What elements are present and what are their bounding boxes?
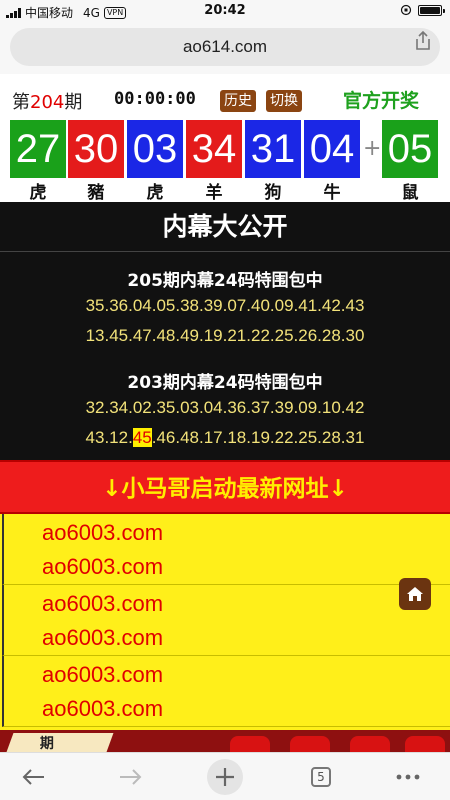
list-item: ao6003.com ao6003.com	[2, 656, 450, 727]
period-prefix: 第	[12, 92, 30, 113]
home-icon	[407, 587, 423, 601]
history-button[interactable]: 历史	[220, 90, 256, 112]
tabs-button[interactable]: 5	[303, 759, 339, 795]
site-link[interactable]: ao6003.com	[42, 662, 163, 688]
promo-decoration	[290, 736, 330, 752]
promo-text: 期	[39, 736, 54, 752]
result-ball: 03	[127, 120, 183, 178]
insider-numbers: 13.45.47.48.49.19.21.22.25.26.28.30	[85, 326, 365, 345]
share-icon[interactable]	[412, 30, 434, 52]
special-ball: 05	[382, 120, 438, 178]
period-label: 第204期	[12, 88, 82, 114]
site-link[interactable]: ao6003.com	[42, 591, 163, 617]
official-draw-link[interactable]: 官方开奖	[343, 86, 419, 113]
insider-numbers: 32.34.02.35.03.04.36.37.39.09.10.42	[85, 398, 365, 417]
result-ball: 31	[245, 120, 301, 178]
promo-decoration	[405, 736, 445, 752]
plus-icon	[216, 768, 234, 786]
period-suffix: 期	[64, 92, 83, 113]
ball-zodiac: 狗	[264, 183, 282, 203]
insider-title: 内幕大公开	[0, 202, 450, 252]
promo-decoration	[230, 736, 270, 752]
insider-numbers: 43.12.45.46.48.17.18.19.22.25.28.31	[0, 428, 450, 448]
link-list: ao6003.com ao6003.com ao6003.com ao6003.…	[0, 514, 450, 730]
result-ball: 27	[10, 120, 66, 178]
highlighted-number: 45	[132, 428, 152, 447]
status-time: 20:42	[204, 3, 246, 18]
back-button[interactable]	[16, 759, 52, 795]
arrow-left-icon	[22, 769, 44, 785]
result-ball: 04	[304, 120, 360, 178]
site-link[interactable]: ao6003.com	[42, 696, 163, 722]
new-tab-button[interactable]	[207, 759, 243, 795]
home-button[interactable]	[399, 578, 431, 610]
more-icon	[396, 774, 420, 780]
forward-button[interactable]	[112, 759, 148, 795]
plus-sign: +	[363, 136, 382, 161]
ball-zodiac: 鼠	[401, 183, 419, 203]
insider-block-title: 205期内幕24码特围包中	[127, 271, 323, 291]
browser-toolbar: ao614.com	[0, 22, 450, 74]
promo-image: 期	[0, 730, 450, 752]
numbers-post: .46.48.17.18.19.22.25.28.31	[151, 428, 365, 447]
insider-block-title: 203期内幕24码特围包中	[127, 373, 323, 393]
ball-zodiac: 虎	[146, 183, 164, 203]
ball-zodiac: 羊	[205, 183, 223, 203]
ball-zodiac: 豬	[87, 183, 105, 203]
switch-button[interactable]: 切换	[266, 90, 302, 112]
bottom-toolbar: 5	[0, 752, 450, 800]
numbers-pre: 43.12.	[85, 428, 133, 447]
insider-panel: 内幕大公开 205期内幕24码特围包中 35.36.04.05.38.39.07…	[0, 202, 450, 460]
insider-numbers: 35.36.04.05.38.39.07.40.09.41.42.43	[85, 296, 365, 315]
site-link[interactable]: ao6003.com	[42, 625, 163, 651]
countdown-timer: 00:00:00	[114, 89, 196, 109]
lottery-header: 第204期 00:00:00 历史 切换 官方开奖	[0, 78, 450, 118]
status-bar: 中国移动 4G VPN 20:42	[0, 0, 450, 22]
new-address-banner: ↓小马哥启动最新网址↓	[0, 460, 450, 514]
status-right	[400, 4, 445, 16]
site-link[interactable]: ao6003.com	[42, 520, 163, 546]
menu-button[interactable]	[390, 759, 426, 795]
list-item: ao6003.com ao6003.com	[2, 514, 450, 585]
draw-results: 27 虎 30 豬 03 虎 34 羊 31 狗 04 牛 + 05 鼠	[0, 118, 450, 203]
result-ball: 30	[68, 120, 124, 178]
list-item: ao6003.com ao6003.com	[2, 585, 450, 656]
orientation-lock-icon	[400, 4, 412, 16]
arrow-right-icon	[120, 769, 142, 785]
tabs-count-icon: 5	[311, 767, 331, 787]
ball-zodiac: 牛	[323, 183, 341, 203]
promo-frame: 期	[2, 733, 114, 752]
battery-icon	[418, 4, 445, 16]
result-ball: 34	[186, 120, 242, 178]
address-bar[interactable]: ao614.com	[10, 28, 440, 66]
ball-zodiac: 虎	[29, 183, 47, 203]
period-number: 204	[30, 92, 65, 113]
promo-decoration	[350, 736, 390, 752]
site-link[interactable]: ao6003.com	[42, 554, 163, 580]
